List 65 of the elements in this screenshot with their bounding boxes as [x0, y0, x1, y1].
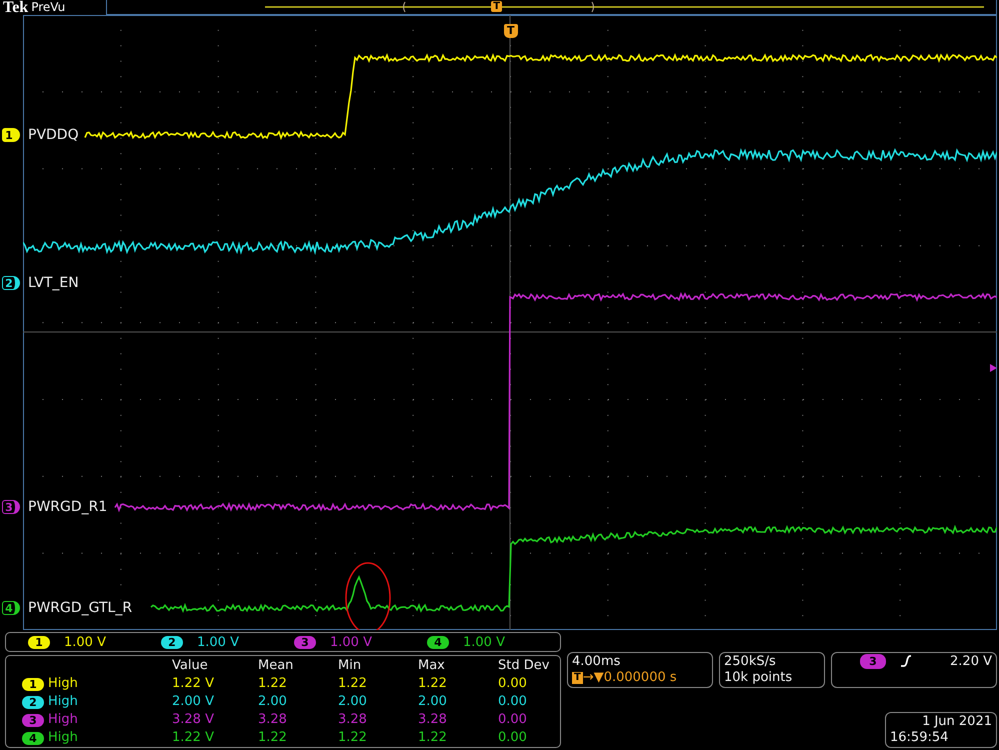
table-cell-text: 2.00: [258, 693, 288, 711]
measurement-name: High: [48, 675, 78, 693]
channel-label: PVDDQ: [28, 127, 80, 143]
trigger-marker: T: [504, 24, 518, 38]
trigger-badge: T: [572, 672, 583, 684]
channel-label: PWRGD_GTL_R: [28, 600, 134, 616]
scale-value: 1.00 V: [463, 634, 505, 650]
table-cell-text: 2.00 V: [172, 693, 215, 711]
date-text: 1 Jun 2021: [921, 714, 992, 730]
channel-label: LVT_EN: [28, 275, 80, 291]
table-cell-text: 0.00: [498, 711, 528, 729]
trigger-position: 0.000000 s: [604, 670, 677, 686]
column-header: Max: [418, 657, 446, 675]
channel-badge[interactable]: 2: [161, 636, 183, 648]
column-header: Value: [172, 657, 209, 675]
channel-ground-marker[interactable]: 3: [2, 500, 20, 514]
scale-value: 1.00 V: [64, 634, 106, 650]
record-length: 10k points: [724, 670, 794, 686]
table-cell-text: 2.00: [338, 693, 368, 711]
table-cell-text: 1.22: [418, 675, 448, 693]
brand-logo: Tek: [3, 0, 28, 15]
channel-badge[interactable]: 4: [427, 636, 449, 648]
scale-value: 1.00 V: [197, 634, 239, 650]
table-cell-text: 1.22: [258, 675, 288, 693]
column-header: Min: [338, 657, 362, 675]
table-cell-text: 3.28: [258, 711, 288, 729]
channel-label: PWRGD_R1: [28, 499, 108, 515]
trigger-level: 2.20 V: [950, 654, 992, 670]
table-cell-text: 3.28 V: [172, 711, 215, 729]
table-cell-text: 1.22 V: [172, 729, 215, 747]
table-cell-text: 0.00: [498, 693, 528, 711]
time-text: 16:59:54: [890, 730, 950, 746]
trigger-source-badge: 3: [860, 654, 886, 669]
table-cell-text: 1.22: [338, 729, 368, 747]
table-cell-text: 3.28: [338, 711, 368, 729]
channel-badge: 3: [22, 714, 44, 726]
channel-badge[interactable]: 1: [28, 636, 50, 648]
channel-badge: 2: [22, 696, 44, 708]
table-cell-text: 1.22: [258, 729, 288, 747]
time-scale: 4.00ms: [572, 654, 622, 670]
table-cell-text: 0.00: [498, 675, 528, 693]
trigger-level-icon: [990, 364, 997, 372]
position-arrows: →▼: [582, 670, 604, 686]
sample-rate: 250kS/s: [724, 654, 777, 670]
column-header: Mean: [258, 657, 294, 675]
table-cell-text: 2.00: [418, 693, 448, 711]
mode-label: PreVu: [31, 0, 66, 15]
table-cell-text: 0.00: [498, 729, 528, 747]
measurement-name: High: [48, 693, 78, 711]
measurement-name: High: [48, 711, 78, 729]
table-cell-text: 1.22 V: [172, 675, 215, 693]
rising-edge-icon: [900, 654, 912, 668]
trigger-position-marker: T: [491, 1, 502, 12]
table-cell-text: 1.22: [418, 729, 448, 747]
channel-ground-marker[interactable]: 2: [2, 276, 20, 290]
channel-ground-marker[interactable]: 1: [2, 128, 20, 142]
channel-badge: 4: [22, 732, 44, 744]
scale-value: 1.00 V: [330, 634, 372, 650]
table-cell-text: 3.28: [418, 711, 448, 729]
channel-badge[interactable]: 3: [294, 636, 316, 648]
table-cell-text: 1.22: [338, 675, 368, 693]
channel-badge: 1: [22, 678, 44, 690]
column-header: Std Dev: [498, 657, 550, 675]
measurement-name: High: [48, 729, 78, 747]
channel-ground-marker[interactable]: 4: [2, 601, 20, 615]
